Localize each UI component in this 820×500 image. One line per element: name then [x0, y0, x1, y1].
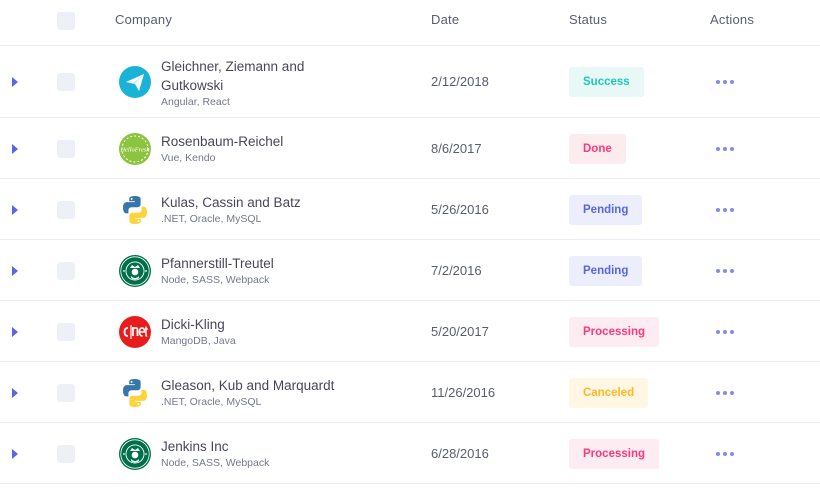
- more-actions-icon[interactable]: [716, 266, 736, 276]
- hellofresh-logo: HelloFresh: [119, 133, 151, 165]
- more-actions-icon[interactable]: [716, 205, 736, 215]
- table-row[interactable]: Pfannerstill-Treutel Node, SASS, Webpack 7…: [0, 240, 820, 301]
- company-name: Gleason, Kub and Marquardt: [161, 378, 335, 393]
- company-cell: Jenkins Inc Node, SASS, Webpack: [161, 437, 269, 470]
- row-checkbox[interactable]: [57, 384, 75, 402]
- more-actions-icon[interactable]: [716, 327, 736, 337]
- expand-row-icon[interactable]: [12, 266, 18, 276]
- row-checkbox[interactable]: [57, 201, 75, 219]
- company-cell: Pfannerstill-Treutel Node, SASS, Webpack: [161, 254, 274, 287]
- expand-row-icon[interactable]: [12, 449, 18, 459]
- date-cell: 6/28/2016: [431, 446, 489, 461]
- company-tech-stack: Node, SASS, Webpack: [161, 274, 270, 286]
- company-name: Dicki-Kling: [161, 317, 225, 332]
- status-badge: Canceled: [569, 378, 649, 408]
- status-badge: Success: [569, 67, 644, 97]
- table-row[interactable]: Dicki-Kling MangoDB, Java 5/20/2017 Process…: [0, 301, 820, 362]
- table-row[interactable]: Jenkins Inc Node, SASS, Webpack 6/28/2016 P…: [0, 423, 820, 484]
- date-cell: 7/2/2016: [431, 263, 482, 278]
- row-checkbox[interactable]: [57, 445, 75, 463]
- date-cell: 11/26/2016: [431, 385, 496, 400]
- more-actions-icon[interactable]: [716, 449, 736, 459]
- company-name: Gleichner, Ziemann and Gutkowski: [161, 59, 305, 93]
- company-tech-stack: MangoDB, Java: [161, 335, 236, 347]
- date-cell: 2/12/2018: [431, 74, 489, 89]
- company-cell: Gleason, Kub and Marquardt .NET, Oracle, …: [161, 376, 334, 409]
- python-logo: [119, 377, 151, 409]
- python-logo: [119, 194, 151, 226]
- column-header-date[interactable]: Date: [431, 12, 459, 27]
- table-row[interactable]: Gleichner, Ziemann and Gutkowski Angular, …: [0, 46, 820, 118]
- company-tech-stack: Vue, Kendo: [161, 152, 216, 164]
- svg-text:HelloFresh: HelloFresh: [119, 147, 149, 154]
- column-header-status[interactable]: Status: [569, 12, 607, 27]
- row-checkbox[interactable]: [57, 73, 75, 91]
- cnet-logo: [119, 316, 151, 348]
- date-cell: 5/26/2016: [431, 202, 489, 217]
- more-actions-icon[interactable]: [716, 77, 736, 87]
- company-tech-stack: .NET, Oracle, MySQL: [161, 396, 262, 408]
- expand-row-icon[interactable]: [12, 77, 18, 87]
- row-checkbox[interactable]: [57, 262, 75, 280]
- status-badge: Pending: [569, 195, 643, 225]
- expand-row-icon[interactable]: [12, 327, 18, 337]
- column-header-actions: Actions: [710, 12, 755, 27]
- expand-row-icon[interactable]: [12, 388, 18, 398]
- select-all-checkbox[interactable]: [57, 12, 75, 30]
- paper-plane-icon: [119, 66, 151, 98]
- company-cell: Dicki-Kling MangoDB, Java: [161, 315, 236, 348]
- company-cell: Kulas, Cassin and Batz .NET, Oracle, MySQ…: [161, 193, 301, 226]
- expand-row-icon[interactable]: [12, 144, 18, 154]
- company-cell: Rosenbaum-Reichel Vue, Kendo: [161, 132, 283, 165]
- status-badge: Done: [569, 134, 626, 164]
- table-row[interactable]: Kulas, Cassin and Batz .NET, Oracle, MySQ…: [0, 179, 820, 240]
- company-tech-stack: Angular, React: [161, 96, 230, 108]
- company-tech-stack: Node, SASS, Webpack: [161, 457, 270, 469]
- table-header: Company Date Status Actions: [0, 0, 820, 46]
- data-table: Company Date Status Actions Gleichner, Z…: [0, 0, 820, 484]
- company-name: Pfannerstill-Treutel: [161, 256, 274, 271]
- date-cell: 8/6/2017: [431, 141, 482, 156]
- company-name: Rosenbaum-Reichel: [161, 134, 284, 149]
- company-cell: Gleichner, Ziemann and Gutkowski Angular, …: [161, 57, 304, 109]
- row-checkbox[interactable]: [57, 140, 75, 158]
- starbucks-logo: [119, 438, 151, 470]
- starbucks-logo: [119, 255, 151, 287]
- status-badge: Processing: [569, 439, 659, 469]
- more-actions-icon[interactable]: [716, 388, 736, 398]
- company-name: Kulas, Cassin and Batz: [161, 195, 301, 210]
- table-row[interactable]: Gleason, Kub and Marquardt .NET, Oracle, …: [0, 362, 820, 423]
- expand-row-icon[interactable]: [12, 205, 18, 215]
- company-name: Jenkins Inc: [161, 439, 229, 454]
- row-checkbox[interactable]: [57, 323, 75, 341]
- date-cell: 5/20/2017: [431, 324, 489, 339]
- column-header-company[interactable]: Company: [115, 12, 172, 27]
- status-badge: Processing: [569, 317, 659, 347]
- table-row[interactable]: HelloFresh Rosenbaum-Reichel Vue, Kendo 8/6…: [0, 118, 820, 179]
- more-actions-icon[interactable]: [716, 144, 736, 154]
- company-tech-stack: .NET, Oracle, MySQL: [161, 213, 262, 225]
- status-badge: Pending: [569, 256, 643, 286]
